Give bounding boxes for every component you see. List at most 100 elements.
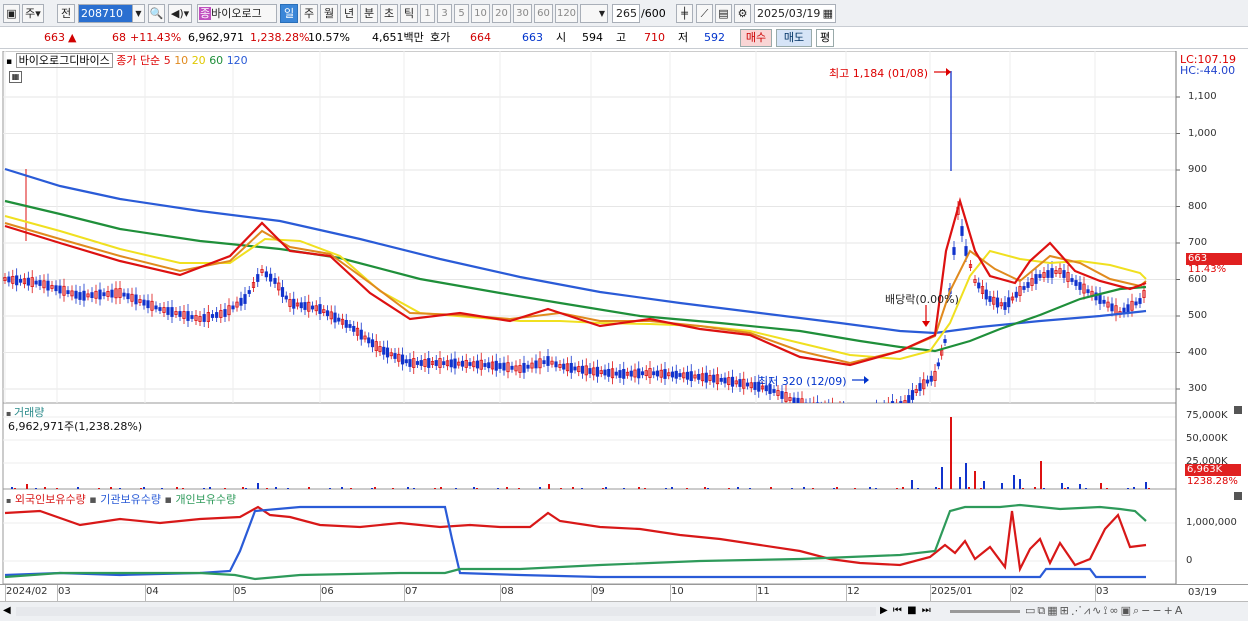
scroll-right-icon[interactable]: ▶ bbox=[880, 605, 889, 616]
stock-name: 바이오로그 bbox=[211, 7, 262, 20]
volume-panel[interactable]: ▪ 거래량 6,962,971주(1,238.28%) 75,000K 50,0… bbox=[0, 403, 1248, 489]
plus-icon[interactable]: + bbox=[1164, 604, 1175, 617]
candle-body bbox=[404, 359, 408, 364]
candle-body bbox=[573, 366, 577, 371]
candle-body bbox=[1026, 282, 1030, 288]
zoom-slider[interactable] bbox=[950, 610, 1020, 613]
high-annotation: 최고 1,184 (01/08) bbox=[829, 67, 929, 80]
candle-body bbox=[483, 363, 487, 367]
candle-body bbox=[1086, 289, 1090, 294]
link-icon[interactable]: ∞ bbox=[1109, 604, 1120, 617]
x-axis-label: 2025/01 bbox=[931, 586, 973, 597]
candle-body bbox=[622, 368, 626, 379]
interval-1-button[interactable]: 1 bbox=[420, 4, 435, 23]
gear-icon[interactable]: ⚙ bbox=[734, 4, 751, 23]
period-tick-button[interactable]: 틱 bbox=[400, 4, 418, 23]
x-axis-tick bbox=[756, 585, 757, 602]
period-select[interactable]: 주▾ bbox=[22, 4, 44, 23]
zoom-icon[interactable]: ⌕ bbox=[1133, 604, 1141, 617]
candle-body bbox=[542, 360, 546, 365]
period-minute-button[interactable]: 분 bbox=[360, 4, 378, 23]
price-tick-label: 1,000 bbox=[1188, 127, 1217, 139]
interval-5-button[interactable]: 5 bbox=[454, 4, 469, 23]
up-arrow: ▲ bbox=[68, 31, 77, 44]
stock-name-field[interactable]: 종바이오로그 bbox=[197, 4, 277, 23]
sound-icon[interactable]: ◀)▾ bbox=[168, 4, 192, 23]
copy-icon[interactable]: ⧉ bbox=[1037, 604, 1047, 617]
x-axis-label: 11 bbox=[757, 586, 770, 597]
interval-10-button[interactable]: 10 bbox=[471, 4, 490, 23]
stock-code-input[interactable]: 208710 bbox=[78, 4, 138, 23]
high-price: 710 bbox=[644, 31, 665, 44]
draw-line-icon[interactable]: ⟋ bbox=[696, 4, 713, 23]
eval-button[interactable]: 평 bbox=[816, 29, 834, 47]
period-select-value: 주 bbox=[25, 7, 36, 20]
window-menu-icon[interactable]: ▣ bbox=[3, 4, 20, 23]
minus-icon[interactable]: − bbox=[1141, 604, 1152, 617]
sell-button[interactable]: 매도 bbox=[776, 29, 812, 47]
date-input[interactable]: 2025/03/19 ▦ bbox=[754, 4, 836, 23]
interval-120-button[interactable]: 120 bbox=[555, 4, 578, 23]
price-chart-panel[interactable]: ▪ 바이오로그디바이스 종가 단순 5 10 20 60 120 ▦ LC:10… bbox=[0, 51, 1248, 403]
first-page-icon[interactable]: ⏮ bbox=[893, 605, 903, 616]
save-icon[interactable]: ▤ bbox=[715, 4, 732, 23]
candle-body bbox=[1110, 303, 1114, 312]
candle-body bbox=[603, 369, 607, 376]
holdings-panel[interactable]: ▪ 외국인보유수량 ▪ 기관보유수량 ▪ 개인보유수량 1,000,000 0 bbox=[0, 489, 1248, 584]
candle-body bbox=[269, 273, 273, 282]
interval-3-button[interactable]: 3 bbox=[437, 4, 452, 23]
text-size-icon[interactable]: A bbox=[1175, 604, 1185, 617]
foreign-legend: 외국인보유수량 bbox=[14, 493, 86, 506]
prev-button[interactable]: 전 bbox=[57, 4, 75, 23]
interval-dropdown[interactable]: ▼ bbox=[580, 4, 608, 23]
wave-icon[interactable]: ∿ bbox=[1092, 604, 1103, 617]
volume-chart[interactable] bbox=[0, 403, 1248, 489]
image-icon[interactable]: ▣ bbox=[1121, 604, 1133, 617]
ruler-icon[interactable]: ⩘ bbox=[1084, 604, 1092, 617]
stop-icon[interactable]: ■ bbox=[907, 605, 917, 616]
candle-body bbox=[82, 290, 86, 301]
period-month-button[interactable]: 월 bbox=[320, 4, 338, 23]
dash-icon[interactable]: − bbox=[1152, 604, 1163, 617]
calendar-icon[interactable]: ▦ bbox=[823, 5, 833, 22]
search-icon[interactable]: 🔍 bbox=[148, 4, 165, 23]
interval-20-button[interactable]: 20 bbox=[492, 4, 511, 23]
count-input[interactable]: 265 bbox=[612, 4, 640, 23]
period-year-button[interactable]: 년 bbox=[340, 4, 358, 23]
high-label: 고 bbox=[616, 31, 627, 44]
candle-body bbox=[1022, 286, 1026, 290]
volume-close-icon[interactable] bbox=[1234, 406, 1242, 414]
trend-icon[interactable]: ⋰ bbox=[1071, 604, 1084, 617]
candle-body bbox=[614, 371, 618, 376]
interval-30-button[interactable]: 30 bbox=[513, 4, 532, 23]
interval-60-button[interactable]: 60 bbox=[534, 4, 553, 23]
candle-body bbox=[712, 374, 716, 383]
tool-icons: ▭⧉▦⊞⋰⩘∿⟟∞▣⌕−−+A bbox=[1025, 604, 1184, 618]
code-dropdown-icon[interactable]: ▼ bbox=[132, 4, 145, 23]
last-page-icon[interactable]: ⏭ bbox=[922, 605, 932, 616]
period-second-button[interactable]: 초 bbox=[380, 4, 398, 23]
candle-body bbox=[284, 295, 288, 300]
candle-body bbox=[738, 379, 742, 387]
scroll-left-icon[interactable]: ◀ bbox=[3, 605, 13, 618]
candle-body bbox=[487, 362, 491, 369]
period-week-button[interactable]: 주 bbox=[300, 4, 318, 23]
candle-icon[interactable]: ╪ bbox=[676, 4, 693, 23]
holdings-close-icon[interactable] bbox=[1234, 492, 1242, 500]
chart-icon[interactable]: ⊞ bbox=[1060, 604, 1071, 617]
candle-body bbox=[460, 360, 465, 367]
ma120-label: 120 bbox=[226, 54, 248, 67]
candle-body bbox=[468, 362, 472, 366]
x-axis-label: 07 bbox=[405, 586, 418, 597]
stock-type-badge: 종 bbox=[199, 7, 212, 20]
buy-button[interactable]: 매수 bbox=[740, 29, 772, 47]
price-legend: ▪ 바이오로그디바이스 종가 단순 5 10 20 60 120 bbox=[6, 52, 248, 68]
period-day-button[interactable]: 일 bbox=[280, 4, 298, 23]
candle-body bbox=[231, 305, 235, 310]
price-chart[interactable] bbox=[0, 51, 1248, 403]
price-plot-area bbox=[2, 51, 1177, 403]
horizontal-scrollbar[interactable] bbox=[16, 607, 876, 616]
panel-icon[interactable]: ▭ bbox=[1025, 604, 1037, 617]
layout-icon[interactable]: ▦ bbox=[1047, 604, 1059, 617]
grid-toggle-icon[interactable]: ▦ bbox=[9, 71, 22, 83]
